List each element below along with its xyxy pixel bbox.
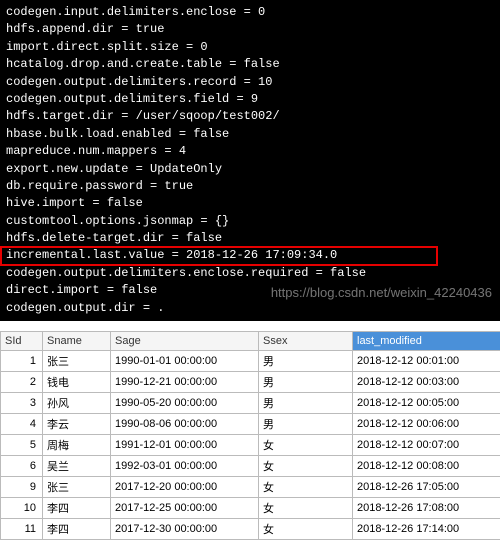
config-line: codegen.output.delimiters.field = 9 <box>6 91 494 108</box>
cell-last-modified: 2018-12-26 17:14:00 <box>353 519 500 540</box>
col-header-sid[interactable]: SId <box>1 332 43 351</box>
config-line: codegen.output.delimiters.record = 10 <box>6 74 494 91</box>
config-line: mapreduce.num.mappers = 4 <box>6 143 494 160</box>
table-row[interactable]: 6吴兰1992-03-01 00:00:00女2018-12-12 00:08:… <box>1 456 500 477</box>
cell-ssex: 女 <box>259 498 353 519</box>
col-header-sname[interactable]: Sname <box>43 332 111 351</box>
cell-ssex: 女 <box>259 477 353 498</box>
config-line: hcatalog.drop.and.create.table = false <box>6 56 494 73</box>
cell-sid: 9 <box>1 477 43 498</box>
config-line: export.new.update = UpdateOnly <box>6 161 494 178</box>
table-row[interactable]: 10李四2017-12-25 00:00:00女2018-12-26 17:08… <box>1 498 500 519</box>
data-table[interactable]: SId Sname Sage Ssex last_modified 1张三199… <box>0 331 500 540</box>
cell-last-modified: 2018-12-12 00:07:00 <box>353 435 500 456</box>
table-row[interactable]: 1张三1990-01-01 00:00:00男2018-12-12 00:01:… <box>1 351 500 372</box>
cell-sname: 钱电 <box>43 372 111 393</box>
cell-sage: 1990-08-06 00:00:00 <box>111 414 259 435</box>
data-table-container: SId Sname Sage Ssex last_modified 1张三199… <box>0 331 500 540</box>
table-row[interactable]: 2钱电1990-12-21 00:00:00男2018-12-12 00:03:… <box>1 372 500 393</box>
cell-ssex: 女 <box>259 519 353 540</box>
col-header-last-modified[interactable]: last_modified <box>353 332 500 351</box>
cell-ssex: 男 <box>259 372 353 393</box>
cell-last-modified: 2018-12-12 00:05:00 <box>353 393 500 414</box>
cell-sage: 1990-05-20 00:00:00 <box>111 393 259 414</box>
cell-sid: 10 <box>1 498 43 519</box>
table-row[interactable]: 3孙风1990-05-20 00:00:00男2018-12-12 00:05:… <box>1 393 500 414</box>
cell-sage: 2017-12-20 00:00:00 <box>111 477 259 498</box>
cell-ssex: 男 <box>259 393 353 414</box>
cell-sid: 2 <box>1 372 43 393</box>
watermark-text: https://blog.csdn.net/weixin_42240436 <box>271 284 492 303</box>
cell-sname: 李四 <box>43 498 111 519</box>
cell-last-modified: 2018-12-26 17:05:00 <box>353 477 500 498</box>
config-line: codegen.output.delimiters.enclose.requir… <box>6 265 494 282</box>
cell-last-modified: 2018-12-12 00:01:00 <box>353 351 500 372</box>
config-line: customtool.options.jsonmap = {} <box>6 213 494 230</box>
cell-ssex: 女 <box>259 435 353 456</box>
config-line: hdfs.append.dir = true <box>6 21 494 38</box>
col-header-sage[interactable]: Sage <box>111 332 259 351</box>
cell-ssex: 男 <box>259 414 353 435</box>
config-line: hdfs.delete-target.dir = false <box>6 230 494 247</box>
config-line-highlighted: incremental.last.value = 2018-12-26 17:0… <box>6 247 494 264</box>
cell-last-modified: 2018-12-26 17:08:00 <box>353 498 500 519</box>
cell-sname: 张三 <box>43 477 111 498</box>
cell-last-modified: 2018-12-12 00:08:00 <box>353 456 500 477</box>
cell-last-modified: 2018-12-12 00:03:00 <box>353 372 500 393</box>
table-row[interactable]: 11李四2017-12-30 00:00:00女2018-12-26 17:14… <box>1 519 500 540</box>
cell-last-modified: 2018-12-12 00:06:00 <box>353 414 500 435</box>
cell-sname: 周梅 <box>43 435 111 456</box>
cell-sname: 李云 <box>43 414 111 435</box>
config-line: hdfs.target.dir = /user/sqoop/test002/ <box>6 108 494 125</box>
cell-sage: 1991-12-01 00:00:00 <box>111 435 259 456</box>
cell-sid: 1 <box>1 351 43 372</box>
cell-sage: 2017-12-30 00:00:00 <box>111 519 259 540</box>
cell-sage: 2017-12-25 00:00:00 <box>111 498 259 519</box>
terminal-output: codegen.input.delimiters.enclose = 0 hdf… <box>0 0 500 321</box>
cell-sid: 3 <box>1 393 43 414</box>
cell-sname: 李四 <box>43 519 111 540</box>
cell-sname: 吴兰 <box>43 456 111 477</box>
cell-sid: 4 <box>1 414 43 435</box>
cell-sage: 1992-03-01 00:00:00 <box>111 456 259 477</box>
table-body: 1张三1990-01-01 00:00:00男2018-12-12 00:01:… <box>1 351 500 540</box>
table-row[interactable]: 5周梅1991-12-01 00:00:00女2018-12-12 00:07:… <box>1 435 500 456</box>
cell-sage: 1990-12-21 00:00:00 <box>111 372 259 393</box>
cell-sid: 11 <box>1 519 43 540</box>
col-header-ssex[interactable]: Ssex <box>259 332 353 351</box>
table-row[interactable]: 9张三2017-12-20 00:00:00女2018-12-26 17:05:… <box>1 477 500 498</box>
config-line: import.direct.split.size = 0 <box>6 39 494 56</box>
table-row[interactable]: 4李云1990-08-06 00:00:00男2018-12-12 00:06:… <box>1 414 500 435</box>
cell-ssex: 女 <box>259 456 353 477</box>
cell-sname: 张三 <box>43 351 111 372</box>
config-line: hive.import = false <box>6 195 494 212</box>
cell-sage: 1990-01-01 00:00:00 <box>111 351 259 372</box>
cell-sid: 6 <box>1 456 43 477</box>
cell-ssex: 男 <box>259 351 353 372</box>
config-line: hbase.bulk.load.enabled = false <box>6 126 494 143</box>
cell-sid: 5 <box>1 435 43 456</box>
config-line: db.require.password = true <box>6 178 494 195</box>
config-line: codegen.input.delimiters.enclose = 0 <box>6 4 494 21</box>
cell-sname: 孙风 <box>43 393 111 414</box>
table-header-row: SId Sname Sage Ssex last_modified <box>1 332 500 351</box>
